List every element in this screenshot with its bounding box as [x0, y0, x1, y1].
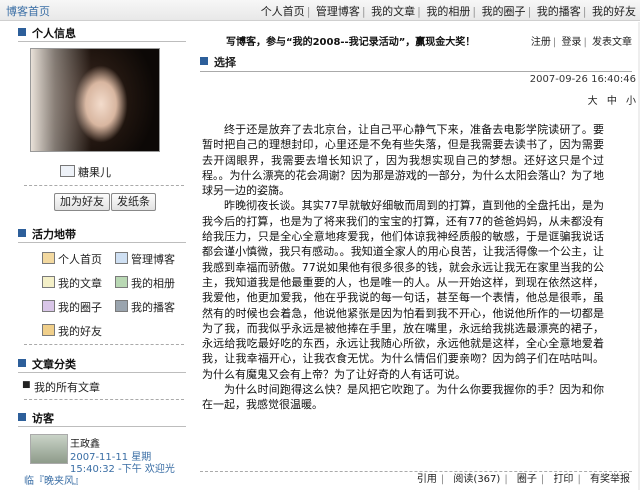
visitor-time: 15:40:32 -下午 欢迎光 [70, 464, 175, 475]
send-note-button[interactable]: 发纸条 [111, 193, 156, 211]
activity-friends-link[interactable]: 我的好友 [42, 323, 102, 338]
circle-link[interactable]: 圈子 [517, 474, 537, 485]
activity-home-link[interactable]: 个人首页 [42, 251, 102, 266]
podcast-icon [115, 300, 128, 312]
avatar [30, 48, 160, 152]
activity-circle-link[interactable]: 我的圈子 [42, 299, 102, 314]
top-nav-album[interactable]: 我的相册 [426, 5, 470, 18]
font-size-controls[interactable]: 大 中 小 [588, 92, 636, 107]
print-link[interactable]: 打印 [553, 474, 573, 485]
top-nav-podcast[interactable]: 我的播客 [537, 5, 581, 18]
blog-home-link[interactable]: 博客首页 [6, 3, 50, 19]
post-paragraph: 终于还是放弃了去北京台，让自己平心静气下来，准备去电影学院读研了。要暂时把自己的… [202, 123, 604, 198]
top-nav-circle[interactable]: 我的圈子 [482, 5, 526, 18]
circle-icon [42, 300, 55, 312]
post-title-bar: 选择 [200, 53, 632, 72]
top-nav-friends[interactable]: 我的好友 [592, 5, 636, 18]
post-paragraph: 为什么时间跑得这么快？是风把它吹跑了。为什么你要我握你的手？因为和你在一起，我感… [202, 383, 604, 412]
top-nav-home[interactable]: 个人首页 [261, 5, 305, 18]
left-sidebar: 个人信息 糖果儿 加为好友 发纸条 活力地带 个人首页 管理博客 我的文章 我的… [0, 22, 190, 490]
visitor-avatar[interactable] [30, 434, 68, 464]
album-icon [115, 276, 128, 288]
post-article-link[interactable]: 发表文章 [592, 37, 632, 48]
post-timestamp: 2007-09-26 16:40:46 [529, 74, 636, 85]
category-all-articles[interactable]: 我的所有文章 [34, 379, 100, 395]
top-nav: 个人首页 | 管理博客 | 我的文章 | 我的相册 | 我的圈子 | 我的播客 | 我的好友 [260, 5, 636, 18]
add-friend-button[interactable]: 加为好友 [54, 193, 110, 211]
visitors-heading: 访客 [32, 412, 54, 425]
divider [24, 185, 184, 186]
bullet-icon: ■ [22, 380, 31, 390]
bullet-square-icon [18, 413, 26, 421]
divider [24, 399, 184, 400]
friends-icon [42, 324, 55, 336]
main-content: 写博客，参与“我的2008--我记录活动”，赢现金大奖！ 注册 | 登录 | 发表文… [194, 22, 640, 490]
profile-heading: 个人信息 [32, 27, 76, 40]
read-count-link[interactable]: 阅读(367) [453, 474, 500, 485]
top-bar: 博客首页 个人首页 | 管理博客 | 我的文章 | 我的相册 | 我的圈子 | 我的播客 |… [0, 0, 640, 21]
nickname: 糖果儿 [78, 166, 111, 179]
article-icon [42, 276, 55, 288]
profile-section-header: 个人信息 [18, 24, 186, 42]
post-body: 终于还是放弃了去北京台，让自己平心静气下来，准备去电影学院读研了。要暂时把自己的… [202, 122, 604, 413]
house-icon [42, 252, 55, 264]
manage-icon [115, 252, 128, 264]
post-actions: 引用 | 阅读(367) | 圈子 | 打印 | 有奖举报 [416, 474, 630, 485]
bullet-square-icon [18, 229, 26, 237]
activity-articles-link[interactable]: 我的文章 [42, 275, 102, 290]
login-link[interactable]: 登录 [561, 37, 581, 48]
divider [24, 344, 184, 345]
bullet-square-icon [200, 57, 208, 65]
post-paragraph: 昨晚彻夜长谈。其实77早就敏好细敏而周到的打算，直到他的全盘托出，是为我今后的打… [202, 199, 604, 381]
quote-link[interactable]: 引用 [417, 474, 437, 485]
activity-heading: 活力地带 [32, 228, 76, 241]
categories-section-header: 文章分类 [18, 355, 186, 373]
user-card-icon [60, 165, 75, 177]
top-nav-manage[interactable]: 管理博客 [316, 5, 360, 18]
post-title: 选择 [214, 56, 236, 69]
bullet-square-icon [18, 359, 26, 367]
top-nav-articles[interactable]: 我的文章 [371, 5, 415, 18]
activity-podcast-link[interactable]: 我的播客 [115, 299, 175, 314]
activity-album-link[interactable]: 我的相册 [115, 275, 175, 290]
register-link[interactable]: 注册 [531, 37, 551, 48]
activity-manage-link[interactable]: 管理博客 [115, 251, 175, 266]
bullet-square-icon [18, 28, 26, 36]
categories-heading: 文章分类 [32, 358, 76, 371]
promo-banner[interactable]: 写博客，参与“我的2008--我记录活动”，赢现金大奖！ [226, 33, 475, 48]
report-link[interactable]: 有奖举报 [590, 474, 630, 485]
visitors-section-header: 访客 [18, 409, 186, 427]
activity-section-header: 活力地带 [18, 225, 186, 243]
visitor-extra: 临『晚夹风』 [24, 476, 84, 487]
account-links: 注册 | 登录 | 发表文章 [530, 37, 632, 48]
